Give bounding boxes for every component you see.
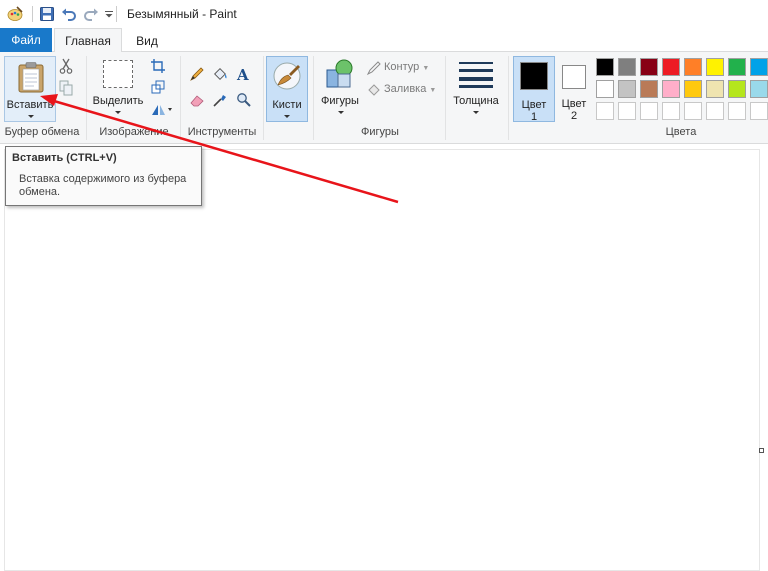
palette-color-swatch[interactable] (596, 58, 614, 76)
color2-label: Цвет (561, 98, 587, 110)
group-label-image: Изображение (99, 126, 169, 138)
chevron-down-icon (284, 115, 290, 118)
tab-file[interactable]: Файл (0, 28, 52, 52)
group-separator (86, 56, 87, 140)
palette-custom-slot[interactable] (750, 102, 768, 120)
outline-label[interactable]: Контур ▼ (384, 61, 429, 73)
palette-color-swatch[interactable] (706, 58, 724, 76)
tooltip-body: Вставка содержимого из буфера обмена. (19, 173, 187, 198)
eraser-icon[interactable] (189, 92, 205, 108)
group-label-shapes: Фигуры (361, 126, 399, 138)
palette-color-swatch[interactable] (618, 58, 636, 76)
palette-color-swatch[interactable] (728, 58, 746, 76)
palette-custom-slot[interactable] (684, 102, 702, 120)
group-label-tools: Инструменты (187, 126, 257, 138)
paste-button[interactable]: Вставить (4, 56, 56, 122)
group-separator (263, 56, 264, 140)
redo-icon[interactable] (82, 5, 100, 23)
brushes-button[interactable]: Кисти (266, 56, 308, 122)
group-separator (508, 56, 509, 140)
shapes-label[interactable]: Фигуры (316, 95, 364, 107)
group-separator (180, 56, 181, 140)
select-icon[interactable] (103, 60, 133, 88)
palette-custom-slot[interactable] (706, 102, 724, 120)
palette-color-swatch[interactable] (596, 80, 614, 98)
palette-color-swatch[interactable] (662, 80, 680, 98)
color1-swatch (520, 62, 548, 90)
chevron-down-icon (473, 111, 479, 114)
color2-swatch (562, 65, 586, 89)
color1-label: Цвет (521, 99, 547, 111)
tab-home[interactable]: Главная (54, 28, 122, 53)
copy-icon[interactable] (58, 80, 74, 96)
palette-custom-slot[interactable] (662, 102, 680, 120)
fill-icon[interactable] (366, 82, 382, 98)
palette-color-swatch[interactable] (706, 80, 724, 98)
palette-color-swatch[interactable] (750, 58, 768, 76)
crop-icon[interactable] (150, 58, 166, 74)
color2-button[interactable]: Цвет 2 (556, 56, 592, 122)
palette-color-swatch[interactable] (684, 58, 702, 76)
size-label[interactable]: Толщина (448, 95, 504, 107)
brush-icon (273, 62, 301, 90)
cut-icon[interactable] (58, 58, 74, 74)
svg-text:A: A (236, 66, 249, 82)
group-label-colors: Цвета (665, 126, 697, 138)
titlebar-separator (116, 6, 117, 22)
palette-color-swatch[interactable] (728, 80, 746, 98)
outline-icon[interactable] (366, 60, 382, 76)
size-icon[interactable] (459, 60, 493, 88)
paste-label: Вставить (6, 99, 54, 111)
color-picker-icon[interactable] (212, 92, 228, 108)
group-separator (445, 56, 446, 140)
palette-custom-slot[interactable] (728, 102, 746, 120)
chevron-down-icon (28, 115, 34, 118)
select-label[interactable]: Выделить (90, 95, 146, 107)
shapes-icon[interactable] (324, 58, 356, 90)
palette-color-swatch[interactable] (640, 58, 658, 76)
title-bar: Безымянный - Paint (0, 0, 768, 28)
titlebar-separator (32, 6, 33, 22)
palette-color-swatch[interactable] (662, 58, 680, 76)
undo-icon[interactable] (60, 5, 78, 23)
brushes-label: Кисти (272, 99, 302, 111)
ribbon: Вставить Буфер обмена Выделить Изображен… (0, 52, 768, 144)
tooltip-title: Вставить (CTRL+V) (12, 152, 117, 164)
rotate-icon[interactable] (150, 101, 174, 117)
paste-tooltip: Вставить (CTRL+V) Вставка содержимого из… (5, 146, 202, 206)
chevron-down-icon (338, 111, 344, 114)
color1-number: 1 (530, 111, 538, 123)
magnifier-icon[interactable] (236, 92, 252, 108)
palette-color-swatch[interactable] (684, 80, 702, 98)
clipboard-icon (18, 62, 44, 93)
drawing-canvas[interactable] (4, 149, 760, 571)
resize-icon[interactable] (150, 79, 166, 95)
text-tool-icon[interactable]: A (236, 66, 252, 82)
menu-tabs: Файл Главная Вид (0, 28, 768, 53)
palette-custom-slot[interactable] (618, 102, 636, 120)
workspace (0, 145, 768, 571)
fill-label[interactable]: Заливка ▼ (384, 83, 436, 95)
palette-custom-slot[interactable] (640, 102, 658, 120)
tab-view[interactable]: Вид (124, 28, 170, 53)
palette-color-swatch[interactable] (750, 80, 768, 98)
paint-app-icon[interactable] (6, 5, 24, 23)
color1-button[interactable]: Цвет 1 (513, 56, 555, 123)
chevron-down-icon (115, 111, 121, 114)
color2-number: 2 (570, 110, 578, 122)
canvas-resize-handle[interactable] (759, 448, 764, 453)
fill-bucket-icon[interactable] (212, 66, 228, 82)
palette-color-swatch[interactable] (640, 80, 658, 98)
group-separator (313, 56, 314, 140)
pencil-icon[interactable] (189, 66, 205, 82)
group-label-clipboard: Буфер обмена (4, 126, 80, 138)
palette-color-swatch[interactable] (618, 80, 636, 98)
palette-custom-slot[interactable] (596, 102, 614, 120)
save-icon[interactable] (38, 5, 56, 23)
window-title: Безымянный - Paint (127, 7, 237, 21)
